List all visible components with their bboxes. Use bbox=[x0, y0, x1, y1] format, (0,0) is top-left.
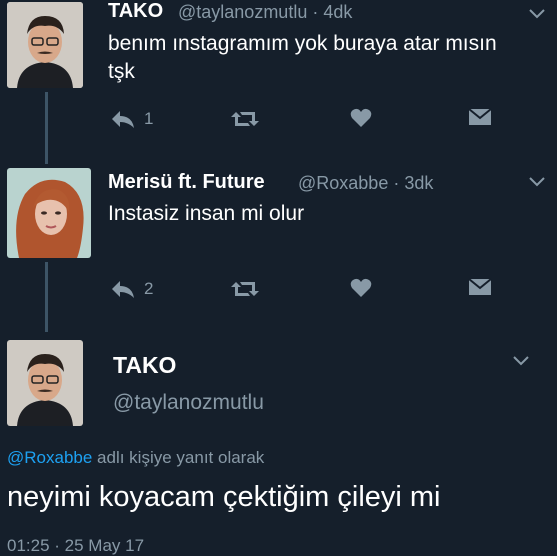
tweet-actions: 1 bbox=[110, 108, 510, 134]
avatar-tako[interactable] bbox=[7, 340, 83, 426]
reply-context-text: adlı kişiye yanıt olarak bbox=[97, 448, 265, 467]
retweet-button[interactable] bbox=[230, 108, 260, 130]
reply-mention-link[interactable]: @Roxabbe bbox=[7, 448, 92, 467]
main-tweet-timestamp[interactable]: 01:25 · 25 May 17 bbox=[7, 536, 144, 556]
heart-icon bbox=[350, 278, 372, 297]
person-avatar-icon bbox=[7, 2, 83, 88]
dm-button[interactable] bbox=[468, 278, 492, 296]
thread-line bbox=[45, 92, 48, 164]
tweet-author-handle[interactable]: @taylanozmutlu · 4dk bbox=[178, 2, 352, 23]
person-avatar-icon bbox=[7, 168, 91, 258]
like-button[interactable] bbox=[350, 108, 372, 128]
tweet-author-name[interactable]: TAKO bbox=[108, 0, 163, 23]
tweet-text-line2: tşk bbox=[108, 60, 135, 83]
reply-button[interactable]: 1 bbox=[110, 108, 153, 130]
dm-button[interactable] bbox=[468, 108, 492, 126]
reply-button[interactable]: 2 bbox=[110, 278, 153, 300]
main-author-name[interactable]: TAKO bbox=[113, 352, 176, 379]
avatar-tako[interactable] bbox=[7, 2, 83, 88]
retweet-icon bbox=[231, 282, 259, 296]
envelope-icon bbox=[468, 108, 492, 125]
reply-icon bbox=[112, 111, 134, 128]
chevron-down-icon[interactable] bbox=[528, 8, 546, 20]
main-tweet-text: neyimi koyacam çektiğim çileyi mi bbox=[7, 481, 441, 513]
retweet-button[interactable] bbox=[230, 278, 260, 300]
tweet-author-name[interactable]: Merisü ft. Future bbox=[108, 171, 265, 194]
tweet-actions: 2 bbox=[110, 278, 510, 304]
tweet-text-line1: Instasiz insan mi olur bbox=[108, 202, 305, 225]
main-author-handle[interactable]: @taylanozmutlu bbox=[113, 391, 264, 415]
envelope-icon bbox=[468, 278, 492, 295]
person-avatar-icon bbox=[7, 340, 83, 426]
tweet-text-line1: benım ınstagramım yok buraya atar mısın bbox=[108, 32, 497, 55]
reply-context: @Roxabbe adlı kişiye yanıt olarak bbox=[7, 448, 264, 468]
thread-line bbox=[45, 262, 48, 332]
tweet-author-handle[interactable]: @Roxabbe · 3dk bbox=[298, 173, 433, 194]
chevron-down-icon[interactable] bbox=[528, 176, 546, 188]
avatar-merisu[interactable] bbox=[7, 168, 91, 258]
chevron-down-icon[interactable] bbox=[512, 355, 530, 367]
reply-icon bbox=[112, 281, 134, 298]
heart-icon bbox=[350, 108, 372, 127]
retweet-icon bbox=[231, 112, 259, 126]
reply-count: 1 bbox=[144, 109, 154, 128]
reply-count: 2 bbox=[144, 279, 154, 298]
like-button[interactable] bbox=[350, 278, 372, 298]
